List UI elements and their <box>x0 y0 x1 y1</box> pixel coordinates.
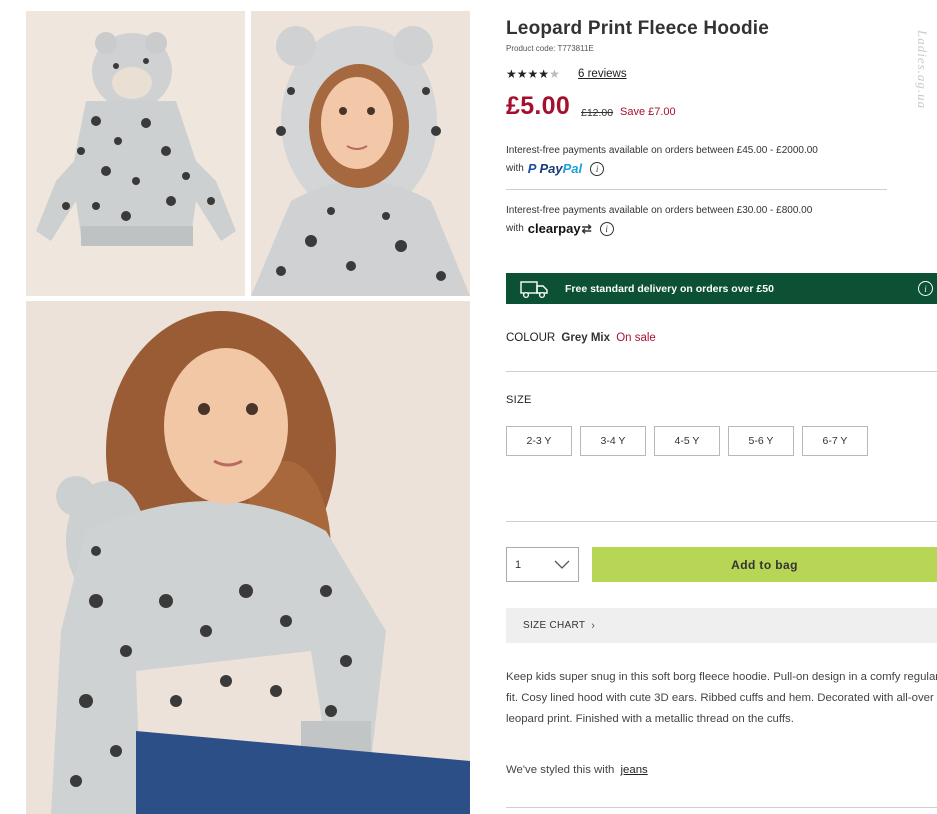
clearpay-logo: clearpay <box>527 221 581 236</box>
reviews-link[interactable]: 6 reviews <box>578 68 627 80</box>
star-icon: ★ <box>506 67 517 81</box>
product-thumbnail-flat[interactable] <box>26 11 245 296</box>
delivery-truck-icon <box>520 280 548 298</box>
watermark-text: Ladies.ag.ua <box>915 30 930 110</box>
size-chart-label: SIZE CHART <box>523 620 586 631</box>
add-to-bag-button[interactable]: Add to bag <box>592 547 937 582</box>
styled-with: We've styled this with jeans <box>506 764 648 776</box>
star-icon: ★ <box>516 67 528 81</box>
star-empty-icon: ★ <box>549 67 560 81</box>
size-option-2-3y[interactable]: 2-3 Y <box>506 426 572 456</box>
saving-amount: Save £7.00 <box>620 106 676 118</box>
paypal-offer: Interest-free payments available on orde… <box>506 142 891 178</box>
size-option-6-7y[interactable]: 6-7 Y <box>802 426 868 456</box>
quantity-select[interactable]: 1 <box>506 547 579 582</box>
divider <box>506 371 937 372</box>
model-seated-image <box>26 301 470 814</box>
chevron-down-icon <box>554 560 570 569</box>
paypal-logo: P PayPal <box>527 161 583 176</box>
colour-selection: COLOUR Grey Mix On sale <box>506 332 656 344</box>
delivery-info-icon[interactable]: i <box>918 281 933 296</box>
delivery-banner: Free standard delivery on orders over £5… <box>506 273 937 304</box>
current-price: £5.00 <box>506 92 571 120</box>
product-description: Keep kids super snug in this soft borg f… <box>506 671 937 725</box>
product-code: Product code: T773811E <box>506 44 594 53</box>
size-option-4-5y[interactable]: 4-5 Y <box>654 426 720 456</box>
colour-value: Grey Mix <box>561 332 610 344</box>
colour-label: COLOUR <box>506 332 556 344</box>
size-chart-button[interactable]: SIZE CHART › <box>506 608 937 643</box>
paypal-offer-text: Interest-free payments available on orde… <box>506 145 818 156</box>
paypal-info-icon[interactable]: i <box>590 162 605 176</box>
quantity-value: 1 <box>515 558 522 571</box>
jeans-link[interactable]: jeans <box>621 764 648 776</box>
star-icon: ★ <box>527 67 539 81</box>
product-thumbnail-model[interactable] <box>251 11 470 296</box>
size-option-3-4y[interactable]: 3-4 Y <box>580 426 646 456</box>
size-label: SIZE <box>506 394 532 406</box>
divider <box>506 521 937 522</box>
clearpay-offer-text: Interest-free payments available on orde… <box>506 205 813 216</box>
product-main-image[interactable] <box>26 301 470 814</box>
chevron-right-icon: › <box>591 619 596 632</box>
size-options: 2-3 Y 3-4 Y 4-5 Y 5-6 Y 6-7 Y <box>506 426 868 456</box>
sale-status: On sale <box>616 332 656 344</box>
divider <box>506 189 887 190</box>
styled-with-text: We've styled this with <box>506 764 615 776</box>
hoodie-flat-image <box>26 11 245 296</box>
clearpay-arrows-icon: ⇄ <box>581 222 592 236</box>
paypal-with-label: with <box>506 163 524 174</box>
paypal-p-icon: P <box>527 161 537 176</box>
delivery-text: Free standard delivery on orders over £5… <box>565 282 774 295</box>
divider <box>506 807 937 808</box>
clearpay-info-icon[interactable]: i <box>599 222 614 236</box>
model-hood-up-image <box>251 11 470 296</box>
size-option-5-6y[interactable]: 5-6 Y <box>728 426 794 456</box>
star-icon: ★ <box>538 67 550 81</box>
product-details-panel: Leopard Print Fleece Hoodie Product code… <box>506 0 937 814</box>
product-title: Leopard Print Fleece Hoodie <box>506 18 770 39</box>
clearpay-with-label: with <box>506 223 524 234</box>
was-price: £12.00 <box>581 107 614 119</box>
clearpay-offer: Interest-free payments available on orde… <box>506 202 891 238</box>
star-rating: ★★★★★ <box>506 67 560 81</box>
